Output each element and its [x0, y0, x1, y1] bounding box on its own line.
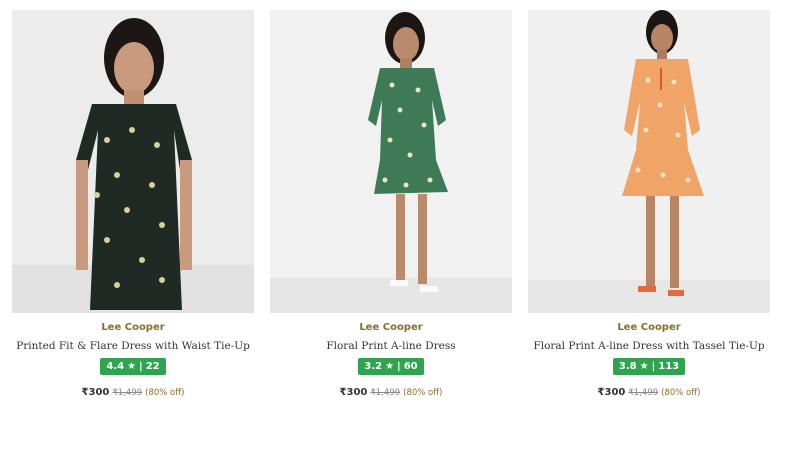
sale-price: ₹300 — [81, 387, 110, 398]
rating-value: 3.2 — [364, 361, 383, 372]
discount-label: (80% off) — [145, 388, 185, 398]
star-icon: ★ — [639, 361, 649, 372]
product-card[interactable]: Lee Cooper Floral Print A-line Dress wit… — [528, 10, 770, 398]
rating-value: 4.4 — [106, 361, 125, 372]
review-count: 22 — [145, 361, 160, 372]
product-title[interactable]: Floral Print A-line Dress with Tassel Ti… — [533, 340, 764, 352]
product-brand[interactable]: Lee Cooper — [359, 322, 422, 333]
product-grid: Lee Cooper Printed Fit & Flare Dress wit… — [12, 10, 770, 398]
product-card[interactable]: Lee Cooper Floral Print A-line Dress 3.2… — [270, 10, 512, 398]
review-count: 60 — [403, 361, 418, 372]
product-image[interactable] — [270, 10, 512, 313]
discount-label: (80% off) — [661, 388, 701, 398]
sale-price: ₹300 — [597, 387, 626, 398]
product-brand[interactable]: Lee Cooper — [101, 322, 164, 333]
rating-separator: | — [139, 361, 143, 372]
model-in-dress-image — [12, 10, 254, 313]
product-title[interactable]: Floral Print A-line Dress — [326, 340, 455, 352]
product-title[interactable]: Printed Fit & Flare Dress with Waist Tie… — [16, 340, 250, 352]
rating-badge: 3.2 ★ | 60 — [358, 358, 424, 375]
discount-label: (80% off) — [403, 388, 443, 398]
star-icon: ★ — [385, 361, 395, 372]
original-price: ₹1,499 — [370, 388, 401, 398]
price-row: ₹300 ₹1,499 (80% off) — [598, 387, 701, 398]
sale-price: ₹300 — [339, 387, 368, 398]
model-in-dress-image — [528, 10, 770, 313]
model-in-dress-image — [270, 10, 512, 313]
original-price: ₹1,499 — [628, 388, 659, 398]
review-count: 113 — [658, 361, 680, 372]
star-icon: ★ — [127, 361, 137, 372]
original-price: ₹1,499 — [112, 388, 143, 398]
rating-value: 3.8 — [618, 361, 637, 372]
product-image[interactable] — [528, 10, 770, 313]
rating-badge: 3.8 ★ | 113 — [612, 358, 686, 375]
price-row: ₹300 ₹1,499 (80% off) — [340, 387, 443, 398]
product-card[interactable]: Lee Cooper Printed Fit & Flare Dress wit… — [12, 10, 254, 398]
rating-separator: | — [397, 361, 401, 372]
price-row: ₹300 ₹1,499 (80% off) — [82, 387, 185, 398]
product-brand[interactable]: Lee Cooper — [617, 322, 680, 333]
rating-badge: 4.4 ★ | 22 — [100, 358, 166, 375]
product-image[interactable] — [12, 10, 254, 313]
rating-separator: | — [651, 361, 656, 372]
